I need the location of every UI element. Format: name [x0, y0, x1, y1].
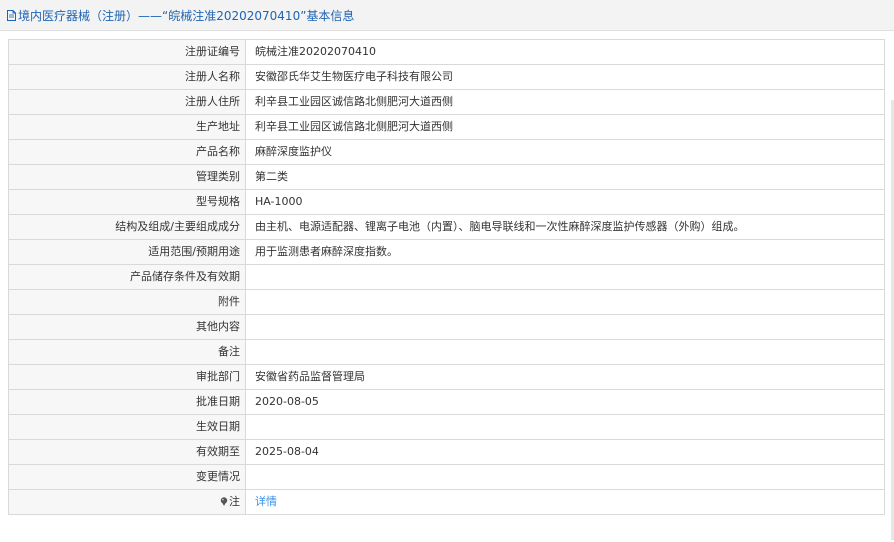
field-label: 产品储存条件及有效期 [8, 264, 246, 290]
table-row: 注册证编号 皖械注准20202070410 [8, 39, 885, 65]
field-value: 第二类 [245, 164, 885, 190]
page-title: 境内医疗器械（注册）——“皖械注准20202070410”基本信息 [18, 8, 355, 23]
document-icon [7, 9, 16, 21]
field-label: 其他内容 [8, 314, 246, 340]
field-label: 注册证编号 [8, 39, 246, 65]
table-row: 适用范围/预期用途 用于监测患者麻醉深度指数。 [8, 239, 885, 265]
field-label: 附件 [8, 289, 246, 315]
field-label: 变更情况 [8, 464, 246, 490]
field-value: 麻醉深度监护仪 [245, 139, 885, 165]
field-label: 适用范围/预期用途 [8, 239, 246, 265]
field-label: 产品名称 [8, 139, 246, 165]
field-label: 结构及组成/主要组成成分 [8, 214, 246, 240]
table-row: 备注 [8, 339, 885, 365]
table-row: 注册人住所 利辛县工业园区诚信路北侧肥河大道西侧 [8, 89, 885, 115]
field-value: 皖械注准20202070410 [245, 39, 885, 65]
details-link[interactable]: 详情 [255, 495, 277, 508]
field-value [245, 289, 885, 315]
field-label: 管理类别 [8, 164, 246, 190]
field-label: 生产地址 [8, 114, 246, 140]
table-row: 注册人名称 安徽邵氏华艾生物医疗电子科技有限公司 [8, 64, 885, 90]
field-label: 注册人名称 [8, 64, 246, 90]
table-row: 结构及组成/主要组成成分 由主机、电源适配器、锂离子电池（内置）、脑电导联线和一次… [8, 214, 885, 240]
table-row: 生产地址 利辛县工业园区诚信路北侧肥河大道西侧 [8, 114, 885, 140]
table-row: 其他内容 [8, 314, 885, 340]
field-value [245, 339, 885, 365]
field-label: 批准日期 [8, 389, 246, 415]
note-label: 注 [229, 495, 240, 508]
detail-table-body: 注册证编号 皖械注准20202070410 注册人名称 安徽邵氏华艾生物医疗电子科技有… [8, 39, 885, 515]
table-row: 产品储存条件及有效期 [8, 264, 885, 290]
field-value: 利辛县工业园区诚信路北侧肥河大道西侧 [245, 89, 885, 115]
field-value: 2020-08-05 [245, 389, 885, 415]
field-label: 注册人住所 [8, 89, 246, 115]
field-value: 安徽省药品监督管理局 [245, 364, 885, 390]
field-value: HA-1000 [245, 189, 885, 215]
table-row-note: 注 详情 [8, 489, 885, 515]
page-header: 境内医疗器械（注册）——“皖械注准20202070410”基本信息 [0, 0, 894, 31]
field-value: 安徽邵氏华艾生物医疗电子科技有限公司 [245, 64, 885, 90]
table-row: 有效期至 2025-08-04 [8, 439, 885, 465]
field-value [245, 314, 885, 340]
table-row: 管理类别 第二类 [8, 164, 885, 190]
field-value: 利辛县工业园区诚信路北侧肥河大道西侧 [245, 114, 885, 140]
table-row: 变更情况 [8, 464, 885, 490]
field-label: 审批部门 [8, 364, 246, 390]
field-label-note: 注 [8, 489, 246, 515]
table-row: 附件 [8, 289, 885, 315]
table-row: 型号规格 HA-1000 [8, 189, 885, 215]
pin-icon [220, 491, 228, 506]
field-value-note: 详情 [245, 489, 885, 515]
field-label: 备注 [8, 339, 246, 365]
field-label: 生效日期 [8, 414, 246, 440]
detail-table: 注册证编号 皖械注准20202070410 注册人名称 安徽邵氏华艾生物医疗电子科技有… [8, 39, 885, 515]
page: 境内医疗器械（注册）——“皖械注准20202070410”基本信息 注册证编号皖… [0, 0, 894, 542]
field-value: 由主机、电源适配器、锂离子电池（内置）、脑电导联线和一次性麻醉深度监护传感器（外… [245, 214, 885, 240]
field-value [245, 264, 885, 290]
field-label: 有效期至 [8, 439, 246, 465]
table-row: 生效日期 [8, 414, 885, 440]
field-value: 用于监测患者麻醉深度指数。 [245, 239, 885, 265]
table-row: 产品名称 麻醉深度监护仪 [8, 139, 885, 165]
field-label: 型号规格 [8, 189, 246, 215]
field-value: 2025-08-04 [245, 439, 885, 465]
table-row: 审批部门 安徽省药品监督管理局 [8, 364, 885, 390]
field-value [245, 414, 885, 440]
field-value [245, 464, 885, 490]
table-row: 批准日期 2020-08-05 [8, 389, 885, 415]
